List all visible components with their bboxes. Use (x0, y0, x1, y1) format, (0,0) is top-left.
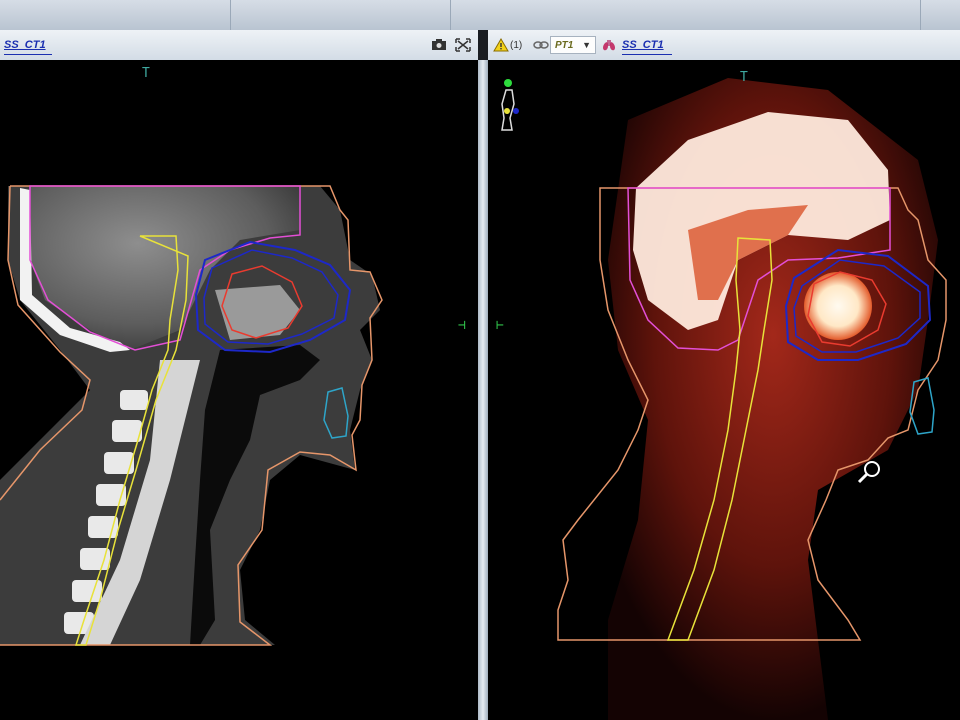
warning-icon[interactable] (492, 37, 510, 53)
zoom-icon[interactable] (856, 458, 884, 486)
ct-sagittal-viewport[interactable]: T ⊣ (0, 60, 478, 720)
camera-icon[interactable] (430, 37, 448, 53)
body-orientation-icon[interactable] (498, 78, 524, 138)
crosshair-marker: ⊢ (496, 318, 504, 333)
viewport-splitter[interactable] (478, 60, 488, 720)
right-pane-header: (1) PT1 ▼ SS_CT1 (488, 30, 960, 61)
warning-count: (1) (510, 40, 523, 51)
crosshair-marker: ⊣ (458, 318, 466, 333)
link-icon[interactable] (532, 37, 550, 53)
expand-icon[interactable] (454, 37, 472, 53)
pet-sagittal-viewport[interactable]: T ⊢ (488, 60, 960, 720)
chevron-down-icon: ▼ (582, 40, 591, 50)
secondary-image-label[interactable]: SS_CT1 (622, 39, 664, 51)
window-titlebar (0, 0, 960, 30)
left-pane-header: SS_CT1 (0, 30, 478, 61)
tab-underline (4, 54, 52, 55)
lungs-icon[interactable] (600, 37, 618, 53)
image-set-selected: PT1 (555, 39, 574, 51)
image-set-dropdown[interactable]: PT1 ▼ (550, 36, 596, 54)
titlebar-segment (0, 0, 231, 30)
tab-underline (622, 54, 672, 55)
orientation-marker-top: T (142, 66, 150, 81)
left-tab-label[interactable]: SS_CT1 (4, 39, 46, 51)
titlebar-segment (230, 0, 451, 30)
orientation-marker-top: T (740, 70, 748, 85)
pet-image-canvas (557, 78, 947, 720)
titlebar-segment (450, 0, 921, 30)
pet-lesion-uptake (804, 272, 872, 340)
ct-image-canvas (0, 185, 383, 646)
